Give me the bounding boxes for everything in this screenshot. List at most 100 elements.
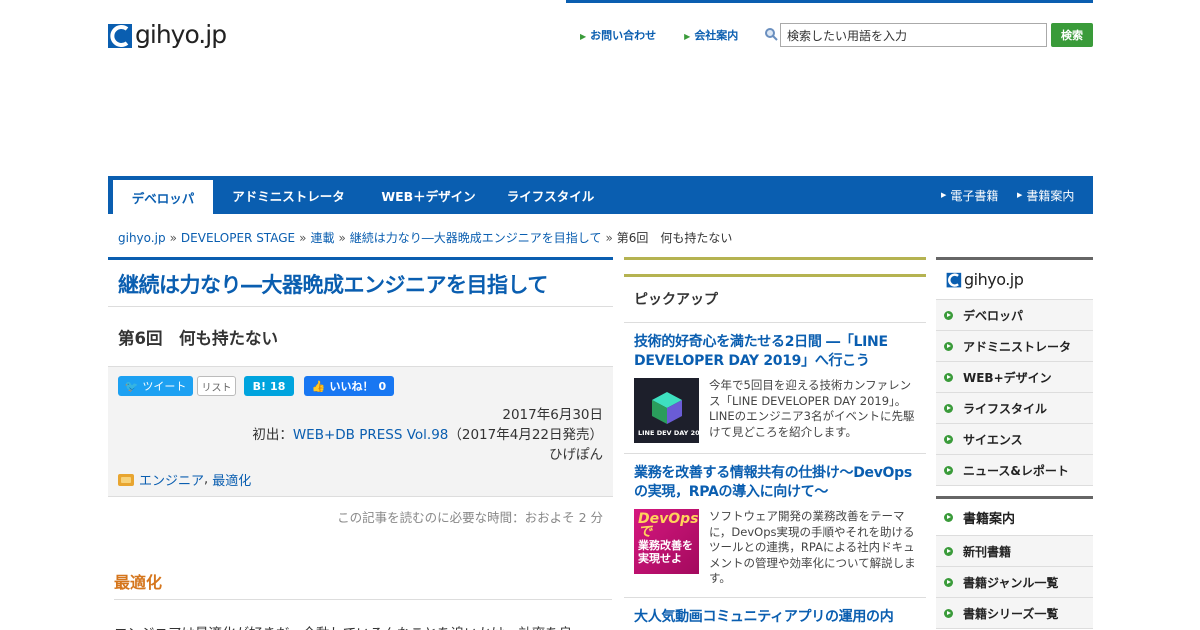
company-link[interactable]: ▶ 会社案内 [684, 27, 738, 43]
nav-ebooks-label: 電子書籍 [950, 188, 999, 203]
source-link[interactable]: WEB+DB PRESS Vol.98 [293, 427, 449, 443]
hatena-count: 18 [270, 379, 286, 393]
pickup-item-title[interactable]: 大人気動画コミュニティアプリの運用の内 [634, 598, 916, 627]
company-link-label: 会社案内 [694, 29, 739, 42]
sidebar-item-label: サイエンス [963, 432, 1023, 447]
breadcrumb-developer-stage[interactable]: DEVELOPER STAGE [181, 231, 295, 245]
thumbs-up-icon: 👍 [311, 379, 326, 393]
sidebar-item-label: WEB+デザイン [963, 370, 1052, 385]
header-top-bar [566, 0, 1093, 3]
like-count: 0 [378, 379, 387, 393]
search-button[interactable]: 検索 [1051, 23, 1093, 47]
pickup-top-border [624, 257, 926, 260]
section-heading: 最適化 [114, 573, 163, 592]
series-title[interactable]: 継続は力なり―大器晩成エンジニアを目指して [108, 260, 613, 307]
breadcrumb-sep: » [299, 231, 307, 245]
sidebar-item-lifestyle[interactable]: ライフスタイル [936, 393, 1093, 424]
breadcrumb-current: 第6回 何も持たない [616, 231, 733, 245]
sidebar-heading-label: 書籍案内 [963, 511, 1016, 527]
main-nav: デベロッパ アドミニストレータ WEB＋デザイン ライフスタイル ▶ 電子書籍 ▶… [108, 176, 1093, 214]
tweet-button[interactable]: 🐦 ツイート [118, 376, 193, 396]
sidebar-item-label: ニュース&レポート [963, 463, 1069, 478]
arrow-circle-icon [944, 465, 953, 475]
sidebar-item-book-genres[interactable]: 書籍ジャンル一覧 [936, 567, 1093, 598]
sidebar-item-science[interactable]: サイエンス [936, 424, 1093, 455]
source-info: 初出：WEB+DB PRESS Vol.98（2017年4月22日発売） [252, 423, 603, 443]
search-icon [765, 28, 778, 41]
right-sidebar: gihyo.jp デベロッパ アドミニストレータ WEB+デザイン ライフスタイ… [936, 257, 1093, 629]
tab-lifestyle[interactable]: ライフスタイル [498, 176, 603, 214]
nav-ebooks-link[interactable]: ▶ 電子書籍 [941, 176, 998, 214]
sidebar-item-label: 書籍シリーズ一覧 [963, 606, 1059, 621]
arrow-circle-icon [944, 372, 953, 382]
breadcrumb: gihyo.jp» DEVELOPER STAGE» 連載» 継続は力なり―大器晩成エ… [118, 229, 732, 246]
pickup-item[interactable]: 技術的好奇心を満たせる2日間 ―「LINE DEVELOPER DAY 2019… [624, 323, 926, 454]
tab-web-design[interactable]: WEB＋デザイン [366, 176, 491, 214]
devops-book-thumbnail[interactable]: DevOpsで 業務改善を 実現せよ [634, 509, 699, 574]
pickup-item-title[interactable]: 業務を改善する情報共有の仕掛け～DevOpsの実現，RPAの導入に向けて～ [634, 454, 916, 502]
twitter-list-button[interactable]: リスト [197, 376, 236, 396]
pickup-item-desc: ソフトウェア開発の業務改善をテーマに，DevOps実現の手順やそれを助けるツール… [709, 509, 916, 585]
breadcrumb-series[interactable]: 連載 [310, 231, 334, 245]
sidebar-item-label: アドミニストレータ [963, 339, 1072, 354]
tab-developer[interactable]: デベロッパ [113, 180, 213, 214]
hatena-bookmark-button[interactable]: B! 18 [244, 376, 294, 396]
thumb-line: DevOpsで [638, 511, 699, 540]
article-meta: 🐦 ツイート リスト B! 18 👍 いいね！ 0 2017年6月30日 初出：WEB+… [108, 367, 613, 497]
search-input[interactable] [780, 23, 1047, 47]
thumb-line: 業務改善を [638, 539, 693, 552]
sidebar-logo[interactable]: gihyo.jp [936, 260, 1093, 300]
like-label: いいね！ [329, 380, 374, 393]
author[interactable]: ひげぽん [549, 443, 603, 463]
arrow-circle-icon [944, 341, 953, 351]
breadcrumb-sep: » [605, 231, 613, 245]
sidebar-item-book-series[interactable]: 書籍シリーズ一覧 [936, 598, 1093, 629]
episode-title: 第6回 何も持たない [108, 307, 613, 367]
thumbnail-text: LINE DEV DAY 2019 [638, 429, 699, 437]
contact-link-label: お問い合わせ [590, 29, 657, 42]
read-time: この記事を読むのに必要な時間：おおよそ 2 分 [337, 510, 603, 525]
sidebar-item-web-design[interactable]: WEB+デザイン [936, 362, 1093, 393]
thumbnail-text: DevOpsで 業務改善を 実現せよ [638, 511, 699, 565]
tag-list: エンジニア, 最適化 [118, 470, 251, 489]
sidebar-item-developer[interactable]: デベロッパ [936, 300, 1093, 331]
sidebar-item-news[interactable]: ニュース&レポート [936, 455, 1093, 486]
tab-administrator[interactable]: アドミニストレータ [221, 176, 356, 214]
tag-optimization[interactable]: 最適化 [212, 470, 251, 489]
arrow-circle-icon [944, 434, 953, 444]
arrow-circle-icon [944, 577, 953, 587]
line-dev-day-thumbnail[interactable]: LINE DEV DAY 2019 [634, 378, 699, 443]
tweet-label: ツイート [142, 380, 187, 393]
sidebar-item-new-books[interactable]: 新刊書籍 [936, 536, 1093, 567]
sidebar-books-heading[interactable]: 書籍案内 [936, 499, 1093, 536]
arrow-circle-icon [944, 512, 953, 522]
pickup-heading: ピックアップ [624, 277, 926, 323]
article-body: エンジニアは最適化が好きだ。全動していろんなことを追いかけ 効率を良 [114, 622, 612, 630]
hatena-b-icon: B! [252, 379, 267, 393]
tag-separator: , [204, 472, 213, 487]
pickup-item-title[interactable]: 技術的好奇心を満たせる2日間 ―「LINE DEVELOPER DAY 2019… [634, 323, 916, 371]
arrow-icon: ▶ [941, 191, 947, 199]
arrow-icon: ▶ [580, 32, 587, 41]
source-suffix: （2017年4月22日発売） [448, 427, 603, 443]
nav-books-link[interactable]: ▶ 書籍案内 [1017, 176, 1074, 214]
sidebar-item-label: 書籍ジャンル一覧 [963, 575, 1059, 590]
sidebar-item-label: 新刊書籍 [963, 544, 1012, 559]
breadcrumb-series-title[interactable]: 継続は力なり―大器晩成エンジニアを目指して [350, 231, 602, 245]
pickup-item[interactable]: 業務を改善する情報共有の仕掛け～DevOpsの実現，RPAの導入に向けて～ De… [624, 454, 926, 598]
arrow-circle-icon [944, 403, 953, 413]
contact-link[interactable]: ▶ お問い合わせ [580, 27, 656, 43]
pickup-item-desc: 今年で5回目を迎える技術カンファレンス「LINE DEVELOPER DAY 2… [709, 378, 915, 439]
cube-icon [652, 392, 682, 424]
breadcrumb-home[interactable]: gihyo.jp [118, 231, 166, 245]
site-logo[interactable]: gihyo.jp [108, 20, 249, 50]
tag-engineer[interactable]: エンジニア [139, 470, 204, 489]
arrow-circle-icon [944, 310, 953, 320]
pickup-item[interactable]: 大人気動画コミュニティアプリの運用の内 [624, 598, 926, 627]
facebook-like-button[interactable]: 👍 いいね！ 0 [304, 376, 394, 396]
publish-date: 2017年6月30日 [502, 407, 603, 423]
header-links: ▶ お問い合わせ ▶ 会社案内 [580, 27, 738, 43]
section-divider [114, 599, 612, 600]
sidebar-item-administrator[interactable]: アドミニストレータ [936, 331, 1093, 362]
arrow-circle-icon [944, 546, 953, 556]
